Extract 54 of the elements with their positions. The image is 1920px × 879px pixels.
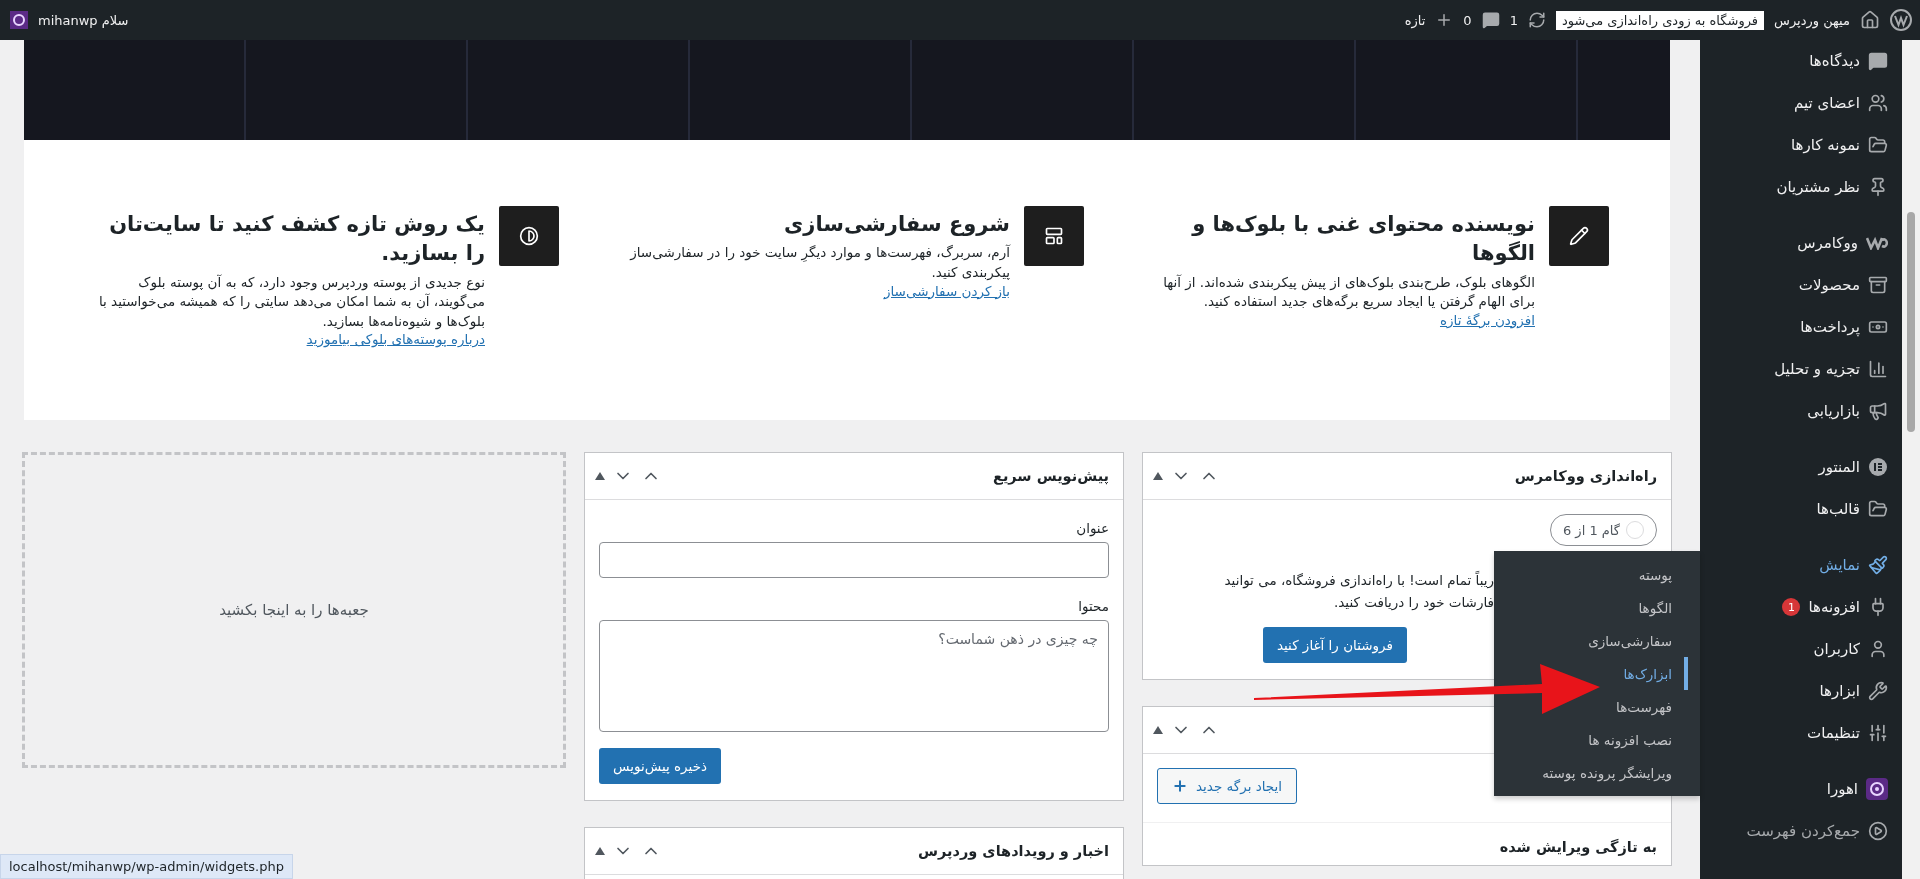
welcome-heading: شروع سفارشی‌سازی (783, 211, 1010, 238)
sidebar-item[interactable]: قالب‌ها (1700, 488, 1902, 530)
sidebar-item[interactable]: تجزیه و تحلیل (1700, 348, 1902, 390)
setup-text-line: ریباً تمام است! با راه‌اندازی فروشگاه، می توانید (1223, 570, 1494, 591)
sidebar-item[interactable]: نظر مشتریان (1700, 166, 1902, 208)
submenu-item[interactable]: پوسته (1638, 558, 1688, 591)
site-name[interactable]: میهن وردپرس (1774, 12, 1850, 28)
submenu-item[interactable]: فهرست‌ها (1616, 690, 1688, 723)
submenu-item[interactable]: نصب افزونه ها (1588, 723, 1688, 756)
new-page-button[interactable]: ایجاد برگه جدید (1157, 767, 1298, 804)
welcome-heading: یک روش تازه کشف کنید تا سایت‌تان را بسازید. (108, 211, 485, 268)
field-label: عنوان (1075, 520, 1109, 536)
sidebar-item[interactable]: اعضای تیم (1700, 82, 1902, 124)
comments-count[interactable]: 0 (1463, 12, 1472, 28)
section-heading: به تازگی ویرایش شده (1143, 821, 1671, 865)
welcome-link[interactable]: باز کردن سفارشی‌ساز (883, 282, 1010, 299)
welcome-text: آرم، سربرگ، فهرست‌ها و موارد دیگرِ سایت خود را در سفارشی‌ساز پیکربندی کنید. (628, 243, 1010, 282)
sidebar-item[interactable]: دیدگاه‌ها (1700, 40, 1902, 82)
content-textarea[interactable]: چه چیزی در ذهن شماست؟ (599, 620, 1109, 732)
panel-title: پیش‌نویس سریع (993, 468, 1109, 484)
sidebar-item[interactable]: جمع‌کردن فهرست (1700, 810, 1902, 852)
field-label: محتوا (1077, 598, 1109, 614)
panel-title: اخبار و رویدادهای وردپرس (918, 843, 1109, 859)
sidebar-item[interactable]: محصولات (1700, 264, 1902, 306)
update-count-badge: 1 (1782, 598, 1801, 616)
sidebar-item[interactable]: کاربران (1700, 628, 1902, 670)
drop-zone-text: جعبه‌ها را به اینجا بکشید (219, 601, 369, 619)
welcome-text: نوع جدیدی از پوسته وردپرس وجود دارد، که به آن پوسته بلوک می‌گویند، آن به شما امکان می‌دهد سایتی را که همیشه می‌خواستید با بلوک‌ها و شیوه‌نامه‌ها بسازید. (97, 272, 485, 332)
updates-count[interactable]: 1 (1509, 12, 1518, 28)
sidebar-item[interactable]: پرداخت‌ها (1700, 306, 1902, 348)
panel-title: راه‌اندازی ووکامرس (1514, 468, 1657, 484)
welcome-link[interactable]: درباره پوسته‌های بلوکی بیاموزید (306, 331, 485, 348)
submenu-item[interactable]: ویرایشگر پرونده پوسته (1542, 756, 1688, 789)
submenu-item[interactable]: ابزارک‌ها (1623, 657, 1688, 690)
store-status-badge[interactable]: فروشگاه به زودی راه‌اندازی می‌شود (1555, 10, 1765, 30)
sidebar-item[interactable]: ووکامرس (1700, 222, 1902, 264)
submenu-item[interactable]: الگوها (1638, 591, 1688, 624)
welcome-text: الگوهای بلوک، طرح‌بندی بلوک‌های از پیش پیکربندی شده‌اند. از آنها برای الهام گرفتن یا ایجاد سریع برگه‌های جدید استفاده کنید. (1162, 272, 1535, 312)
sidebar-item[interactable]: تنظیمات (1700, 712, 1902, 754)
status-url: localhost/mihanwp/wp-admin/widgets.php (0, 854, 293, 879)
greeting[interactable]: سلام mihanwp (38, 12, 129, 28)
new-link[interactable]: تازه (1404, 12, 1426, 28)
sidebar-item[interactable]: نمایش (1700, 544, 1902, 586)
sidebar-item[interactable]: نمونه کارها (1700, 124, 1902, 166)
setup-text-line: فارشات خود را دریافت کنید. (1332, 593, 1494, 613)
sidebar-item[interactable]: بازاریابی (1700, 390, 1902, 432)
sidebar-item[interactable]: ابزارها (1700, 670, 1902, 712)
save-draft-button[interactable]: ذخیره پیش‌نویس (599, 748, 721, 784)
start-selling-button[interactable]: فروشتان را آغاز کنید (1262, 626, 1407, 663)
sidebar-item[interactable]: المنتور (1700, 446, 1902, 488)
submenu-item[interactable]: سفارشی‌سازی (1588, 624, 1688, 657)
welcome-link[interactable]: افزودن برگهٔ تازه (1440, 311, 1535, 328)
sidebar-item[interactable]: اهورا (1700, 768, 1902, 810)
welcome-heading: نویسنده محتوای غنی با بلوک‌ها و الگوها (1190, 211, 1535, 268)
